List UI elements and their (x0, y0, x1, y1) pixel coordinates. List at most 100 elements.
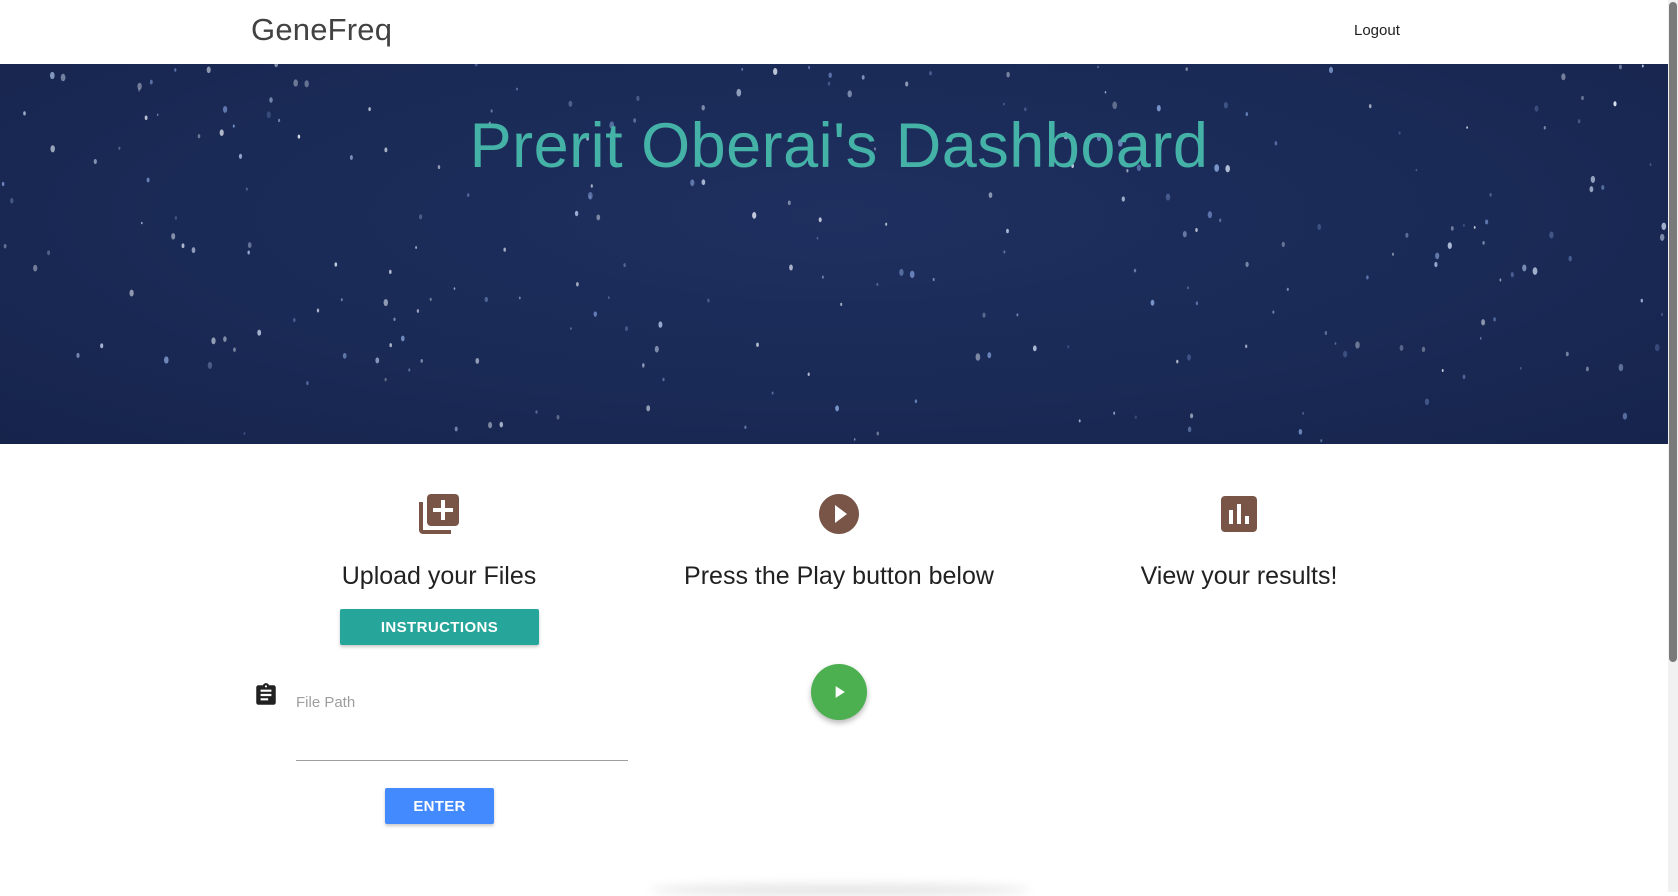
star-dot (269, 97, 273, 103)
star-dot (752, 212, 757, 219)
star-dot (1324, 331, 1328, 335)
star-dot (1016, 313, 1019, 317)
star-dot (1622, 412, 1628, 420)
star-dot (556, 414, 560, 420)
star-dot (932, 277, 935, 282)
star-dot (1366, 275, 1369, 280)
star-dot (1450, 226, 1454, 231)
star-dot (400, 335, 405, 342)
star-dot (245, 187, 248, 191)
star-dot (905, 81, 909, 87)
hero-banner: Prerit Oberai's Dashboard (0, 64, 1678, 444)
star-dot (1302, 411, 1305, 415)
star-dot (1165, 193, 1171, 201)
star-dot (853, 438, 856, 441)
play-button[interactable] (811, 664, 867, 720)
star-dot (596, 214, 601, 221)
star-dot (828, 72, 832, 78)
star-dot (914, 399, 918, 404)
star-dot (623, 263, 626, 268)
play-heading: Press the Play button below (684, 562, 994, 590)
star-dot (1219, 218, 1222, 223)
star-dot (1150, 299, 1155, 306)
star-dot (1006, 228, 1009, 234)
star-dot (1245, 344, 1248, 349)
brand-logo[interactable]: GeneFreq (251, 12, 392, 48)
enter-button[interactable]: ENTER (385, 788, 494, 824)
star-dot (453, 287, 456, 290)
star-dot (174, 216, 178, 220)
star-dot (293, 318, 296, 323)
star-dot (10, 197, 14, 204)
star-dot (516, 87, 518, 91)
star-dot (223, 336, 227, 342)
star-dot (76, 352, 80, 358)
star-dot (467, 193, 470, 197)
star-dot (47, 250, 51, 256)
play-circle-icon (819, 494, 859, 534)
star-dot (316, 308, 320, 313)
star-dot (1601, 185, 1605, 190)
star-dot (1654, 343, 1660, 352)
star-dot (1113, 411, 1116, 415)
star-dot (247, 242, 252, 249)
star-dot (181, 243, 185, 249)
star-dot (773, 68, 778, 75)
star-dot (1032, 345, 1037, 352)
instructions-button[interactable]: INSTRUCTIONS (340, 609, 539, 645)
star-dot (1479, 336, 1482, 340)
star-dot (1424, 398, 1430, 406)
star-dot (847, 90, 852, 98)
star-dot (787, 200, 791, 206)
star-dot (1368, 104, 1372, 109)
star-dot (518, 296, 521, 300)
star-dot (1334, 342, 1337, 345)
star-dot (1441, 368, 1444, 373)
results-heading: View your results! (1140, 562, 1338, 590)
star-dot (909, 270, 915, 279)
star-dot (1182, 230, 1187, 238)
star-dot (654, 345, 659, 353)
star-dot (1104, 91, 1107, 94)
star-dot (454, 426, 458, 432)
star-dot (821, 275, 824, 279)
star-dot (1207, 211, 1213, 219)
star-dot (1462, 374, 1466, 380)
star-dot (642, 363, 645, 368)
file-path-input[interactable] (296, 688, 628, 761)
star-dot (789, 264, 793, 271)
star-dot (191, 247, 196, 254)
star-dot (1067, 345, 1070, 349)
star-dot (535, 410, 538, 414)
star-dot (274, 64, 278, 68)
logout-link[interactable]: Logout (1354, 22, 1400, 39)
star-dot (1568, 255, 1572, 262)
star-dot (1493, 317, 1496, 322)
star-dot (1187, 286, 1190, 290)
star-dot (1134, 415, 1137, 419)
star-dot (808, 65, 811, 70)
star-dot (1435, 252, 1440, 260)
star-dot (257, 329, 262, 336)
star-dot (211, 337, 216, 345)
star-dot (503, 247, 506, 252)
star-dot (1281, 241, 1285, 247)
star-dot (662, 377, 665, 382)
star-dot (1121, 196, 1125, 202)
page-scrollbar[interactable] (1668, 0, 1678, 892)
star-dot (987, 352, 992, 359)
star-dot (1187, 354, 1191, 361)
star-dot (1187, 426, 1192, 433)
star-dot (206, 66, 211, 74)
scrollbar-thumb[interactable] (1669, 2, 1677, 662)
star-dot (876, 282, 879, 287)
star-dot (982, 312, 986, 318)
star-dot (388, 269, 392, 275)
star-dot (835, 405, 839, 412)
star-dot (1272, 310, 1275, 314)
star-dot (484, 296, 488, 303)
star-dot (899, 268, 904, 276)
star-dot (1112, 101, 1118, 110)
star-dot (375, 357, 380, 364)
star-dot (574, 210, 579, 217)
